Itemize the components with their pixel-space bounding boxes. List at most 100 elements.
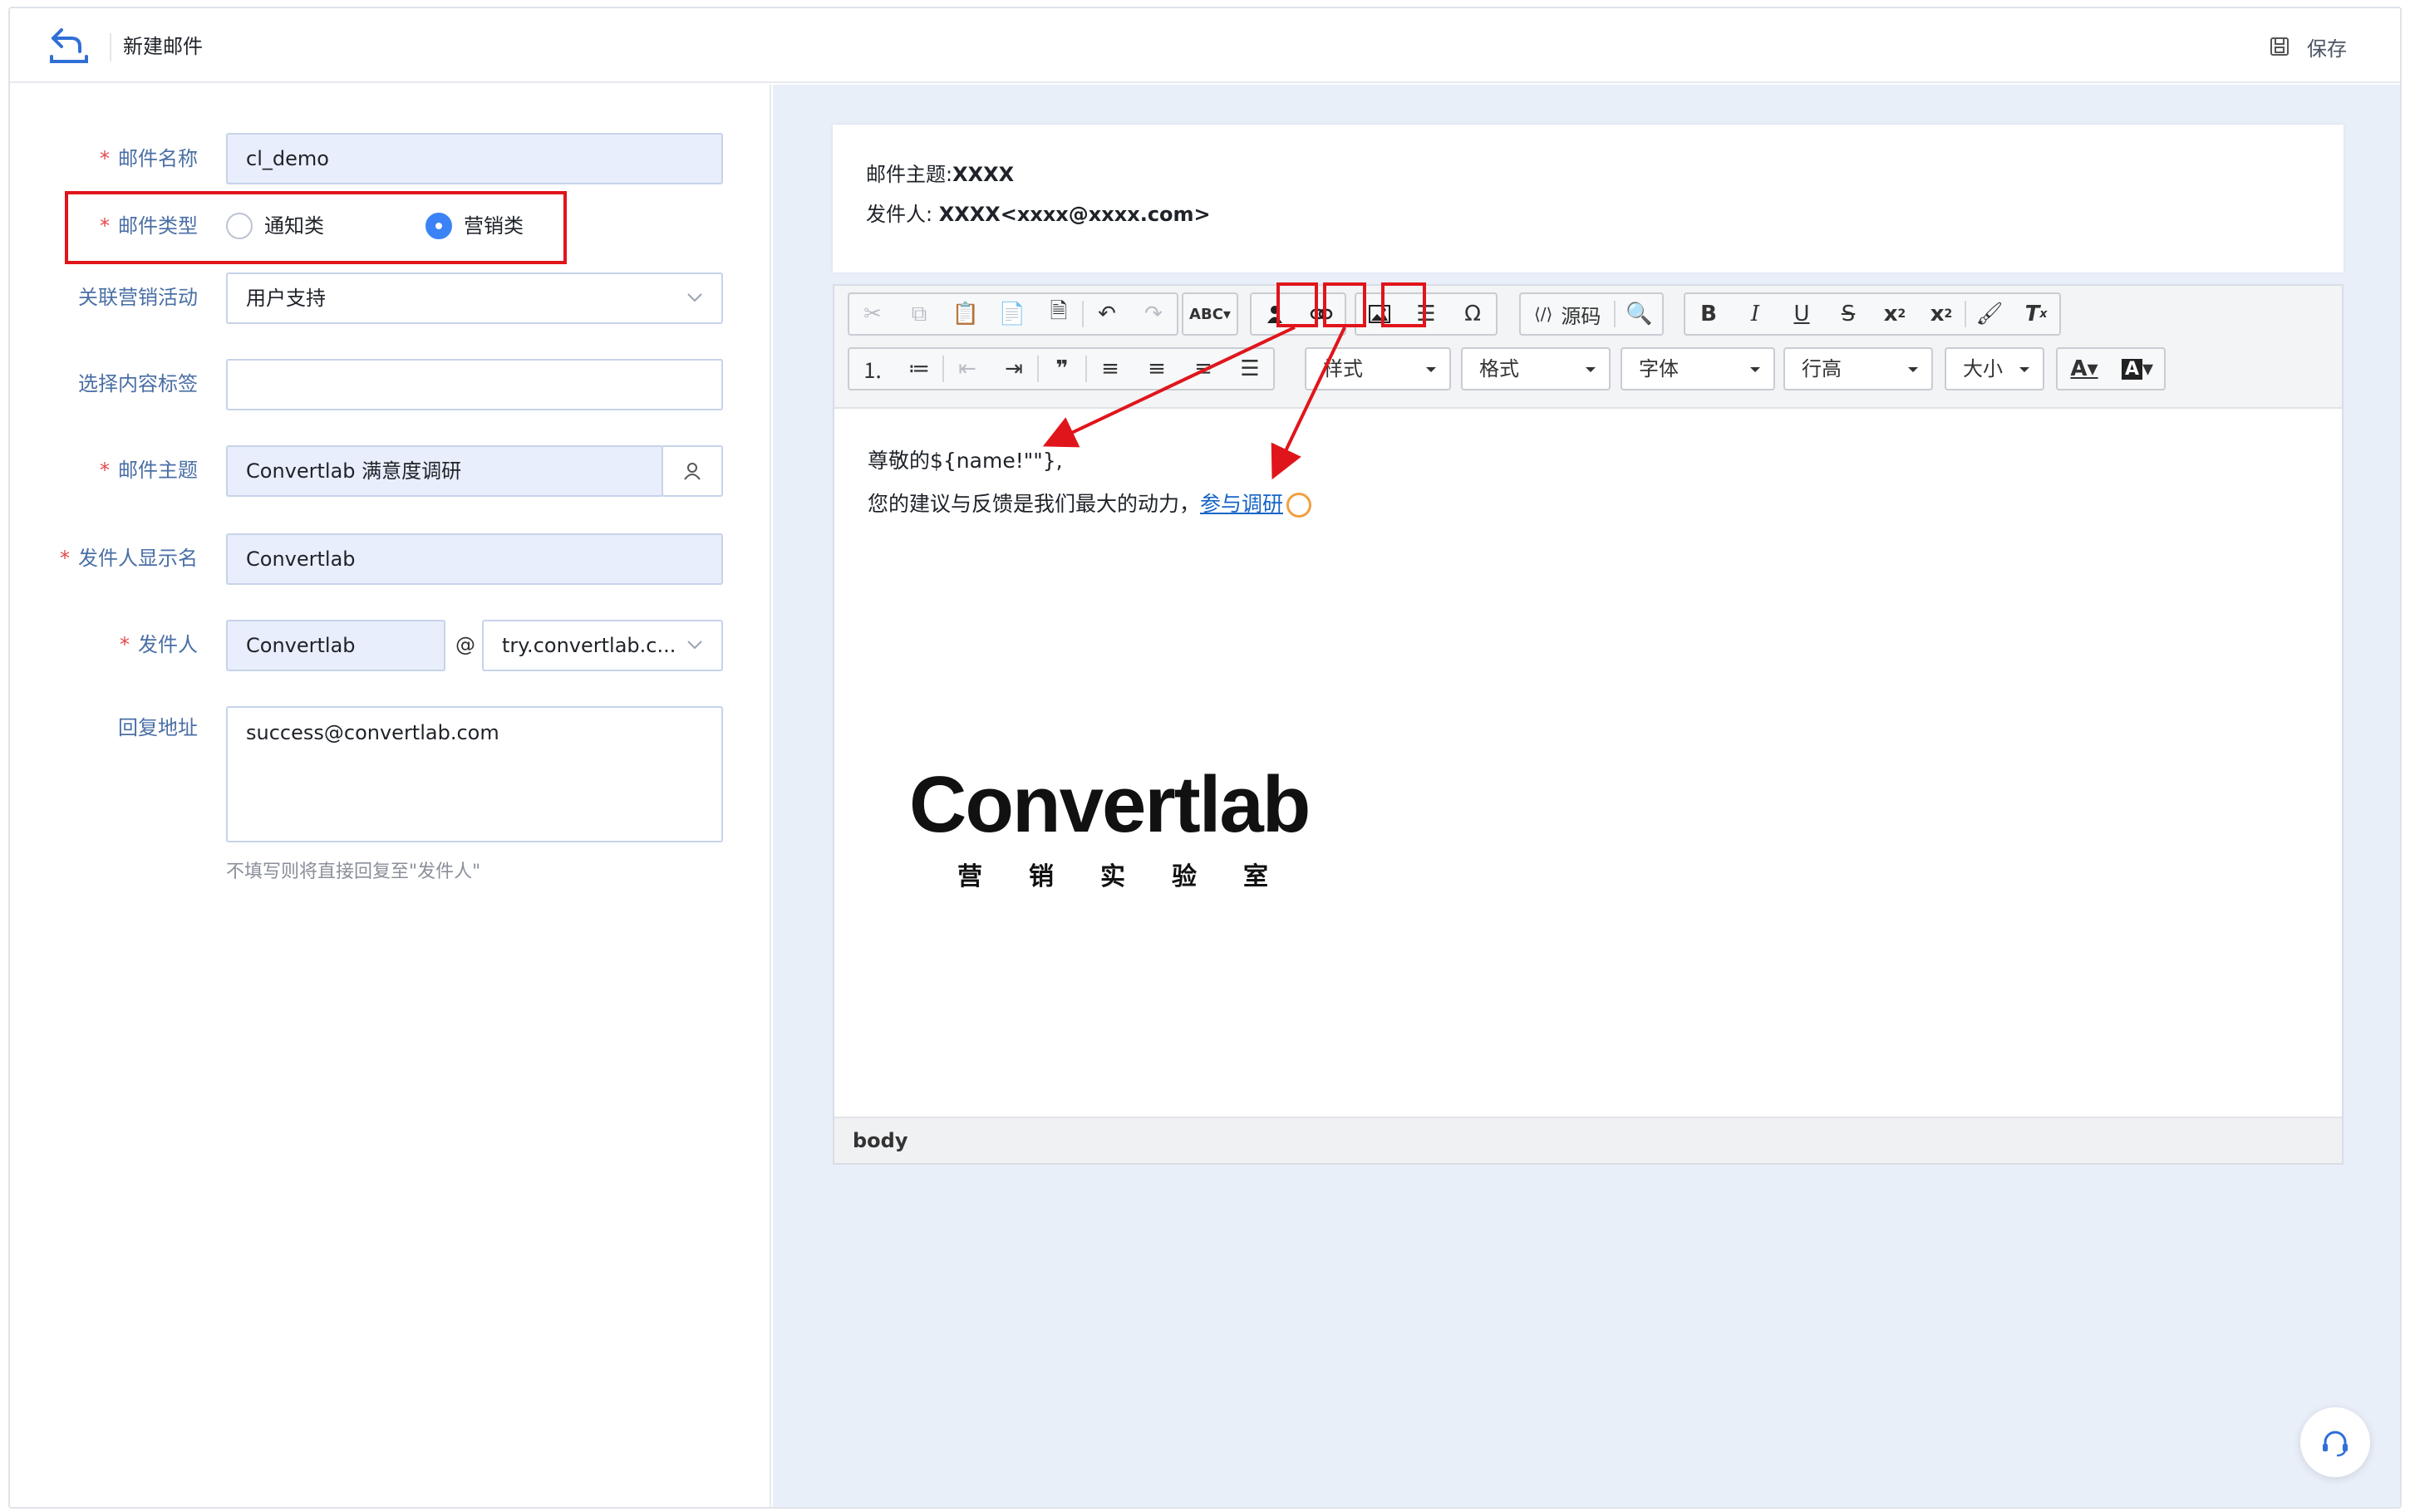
meta-from: 发件人: XXXX<xxxx@xxxx.com> [866,203,1211,226]
clipboard-group: ✂ ⧉ 📋 📄 🗎 ↶ ↷ [848,292,1178,336]
help-button[interactable] [2300,1407,2370,1477]
meta-subject-value: XXXX [952,163,1015,186]
format-painter-icon[interactable]: 🖌 [1966,294,2013,334]
caret-down-icon [1750,367,1760,372]
back-arrow-icon [50,28,88,63]
lineheight-select[interactable]: 行高 [1783,347,1933,390]
save-icon [2270,37,2289,56]
sender-display-input[interactable]: Convertlab [226,533,723,585]
caret-down-icon [1426,367,1436,372]
bold-icon[interactable]: B [1685,294,1732,334]
style-select-label: 样式 [1323,357,1363,380]
subject-input[interactable]: Convertlab 满意度调研 [226,445,663,497]
media-group: ☰ Ω [1355,292,1498,336]
form-panel: * 邮件名称 cl_demo * 邮件类型 通知类 营销类 关联营销活动 用户支持 … [10,85,771,1507]
strikethrough-icon[interactable]: S [1825,294,1871,334]
campaign-select[interactable]: 用户支持 [226,272,723,324]
undo-icon[interactable]: ↶ [1084,294,1130,334]
align-justify-icon[interactable]: ☰ [1227,349,1273,389]
paste-text-icon[interactable]: 📄 [989,294,1035,334]
underline-icon[interactable]: U [1778,294,1825,334]
align-center-icon[interactable]: ≡ [1134,349,1180,389]
copy-icon[interactable]: ⧉ [896,294,942,334]
annotation-box-link [1323,282,1366,327]
rich-text-editor: ✂ ⧉ 📋 📄 🗎 ↶ ↷ ABC▾ ☰ Ω ⟨/⟩ 源码 🔍 B I U S … [833,284,2344,1165]
align-left-icon[interactable]: ≡ [1087,349,1134,389]
email-meta-card: 邮件主题:XXXX 发件人: XXXX<xxxx@xxxx.com> [833,125,2344,272]
outdent-icon[interactable]: ⇤ [944,349,991,389]
blockquote-icon[interactable]: ❞ [1039,349,1085,389]
font-select[interactable]: 字体 [1621,347,1775,390]
body-line: 您的建议与反馈是我们最大的动力，参与调研 [868,488,1312,520]
editor-content[interactable]: 尊敬的${name!""}, 您的建议与反馈是我们最大的动力，参与调研 Conv… [834,410,2342,1107]
annotation-box-variable [1276,282,1318,327]
body-text: 您的建议与反馈是我们最大的动力， [868,492,1201,516]
caret-down-icon [1586,367,1596,372]
survey-link[interactable]: 参与调研 [1200,492,1283,516]
bullet-list-icon[interactable]: ≔ [896,349,942,389]
cut-icon[interactable]: ✂ [849,294,896,334]
user-icon [684,463,701,480]
preview-panel: 邮件主题:XXXX 发件人: XXXX<xxxx@xxxx.com> ✂ ⧉ 📋… [773,85,2400,1507]
at-sign: @ [455,633,475,656]
save-label: 保存 [2307,37,2347,61]
redo-icon[interactable]: ↷ [1130,294,1177,334]
meta-from-value: XXXX<xxxx@xxxx.com> [938,203,1211,226]
campaign-value: 用户支持 [246,287,326,310]
superscript-icon[interactable]: x2 [1918,294,1965,334]
subject-label: * 邮件主题 [100,459,198,482]
sender-label: * 发件人 [120,633,198,656]
mail-name-label: * 邮件名称 [100,147,198,170]
back-button[interactable] [48,27,90,65]
paste-icon[interactable]: 📋 [942,294,989,334]
indent-icon[interactable]: ⇥ [991,349,1037,389]
sender-domain-value: try.convertlab.c... [502,634,676,657]
editor-toolbar: ✂ ⧉ 📋 📄 🗎 ↶ ↷ ABC▾ ☰ Ω ⟨/⟩ 源码 🔍 B I U S … [834,286,2342,409]
preview-icon[interactable]: 🔍 [1616,294,1662,334]
format-select[interactable]: 格式 [1461,347,1611,390]
personalize-button[interactable] [662,445,723,497]
caret-down-icon [1908,367,1918,372]
app-window: 新建邮件 保存 * 邮件名称 cl_demo * 邮件类型 通知类 营销类 关联… [8,7,2402,1509]
chevron-down-icon [687,641,702,650]
paste-word-icon[interactable]: 🗎 [1035,294,1082,334]
spellcheck-group: ABC▾ [1182,292,1238,336]
tags-input[interactable] [226,359,723,410]
reply-textarea[interactable]: success@convertlab.com [226,706,723,842]
text-color-icon[interactable]: A▾ [2058,349,2111,389]
tags-label: 选择内容标签 [78,372,198,395]
annotation-box-mail-type [65,191,567,264]
reply-hint: 不填写则将直接回复至"发件人" [226,862,481,882]
sender-domain-select[interactable]: try.convertlab.c... [482,620,723,671]
spellcheck-icon[interactable]: ABC▾ [1183,294,1237,334]
color-group: A▾ A ▾ [2056,347,2166,390]
size-select-label: 大小 [1963,357,2003,380]
ordered-list-icon[interactable]: ⒈ [849,349,896,389]
sender-local-input[interactable]: Convertlab [226,620,445,671]
italic-icon[interactable]: I [1732,294,1778,334]
top-header: 新建邮件 保存 [10,8,2400,83]
chevron-down-icon [687,293,702,302]
source-label: 源码 [1561,304,1601,328]
campaign-label: 关联营销活动 [78,286,198,309]
remove-format-icon[interactable]: Tx [2013,294,2059,334]
page-title: 新建邮件 [123,35,203,58]
caret-down-icon [2019,367,2029,372]
sender-display-label: * 发件人显示名 [60,547,198,570]
headset-icon [2323,1431,2348,1457]
convertlab-logo: Convertlab 营销实验室 [909,759,1325,892]
source-button[interactable]: ⟨/⟩ 源码 [1521,294,1614,334]
bg-color-icon[interactable]: A ▾ [2111,349,2164,389]
format-select-label: 格式 [1479,357,1519,380]
mail-name-input[interactable]: cl_demo [226,133,723,184]
source-group: ⟨/⟩ 源码 🔍 [1519,292,1665,336]
special-char-icon[interactable]: Ω [1449,294,1496,334]
align-right-icon[interactable]: ≡ [1180,349,1227,389]
size-select[interactable]: 大小 [1945,347,2044,390]
greeting-line: 尊敬的${name!""}, [868,449,1063,473]
subscript-icon[interactable]: x2 [1871,294,1918,334]
list-group: ⒈ ≔ ⇤ ⇥ ❞ ≡ ≡ ≡ ☰ [848,347,1275,390]
save-button[interactable]: 保存 [2269,30,2347,63]
header-divider [110,33,111,61]
style-select[interactable]: 样式 [1305,347,1451,390]
